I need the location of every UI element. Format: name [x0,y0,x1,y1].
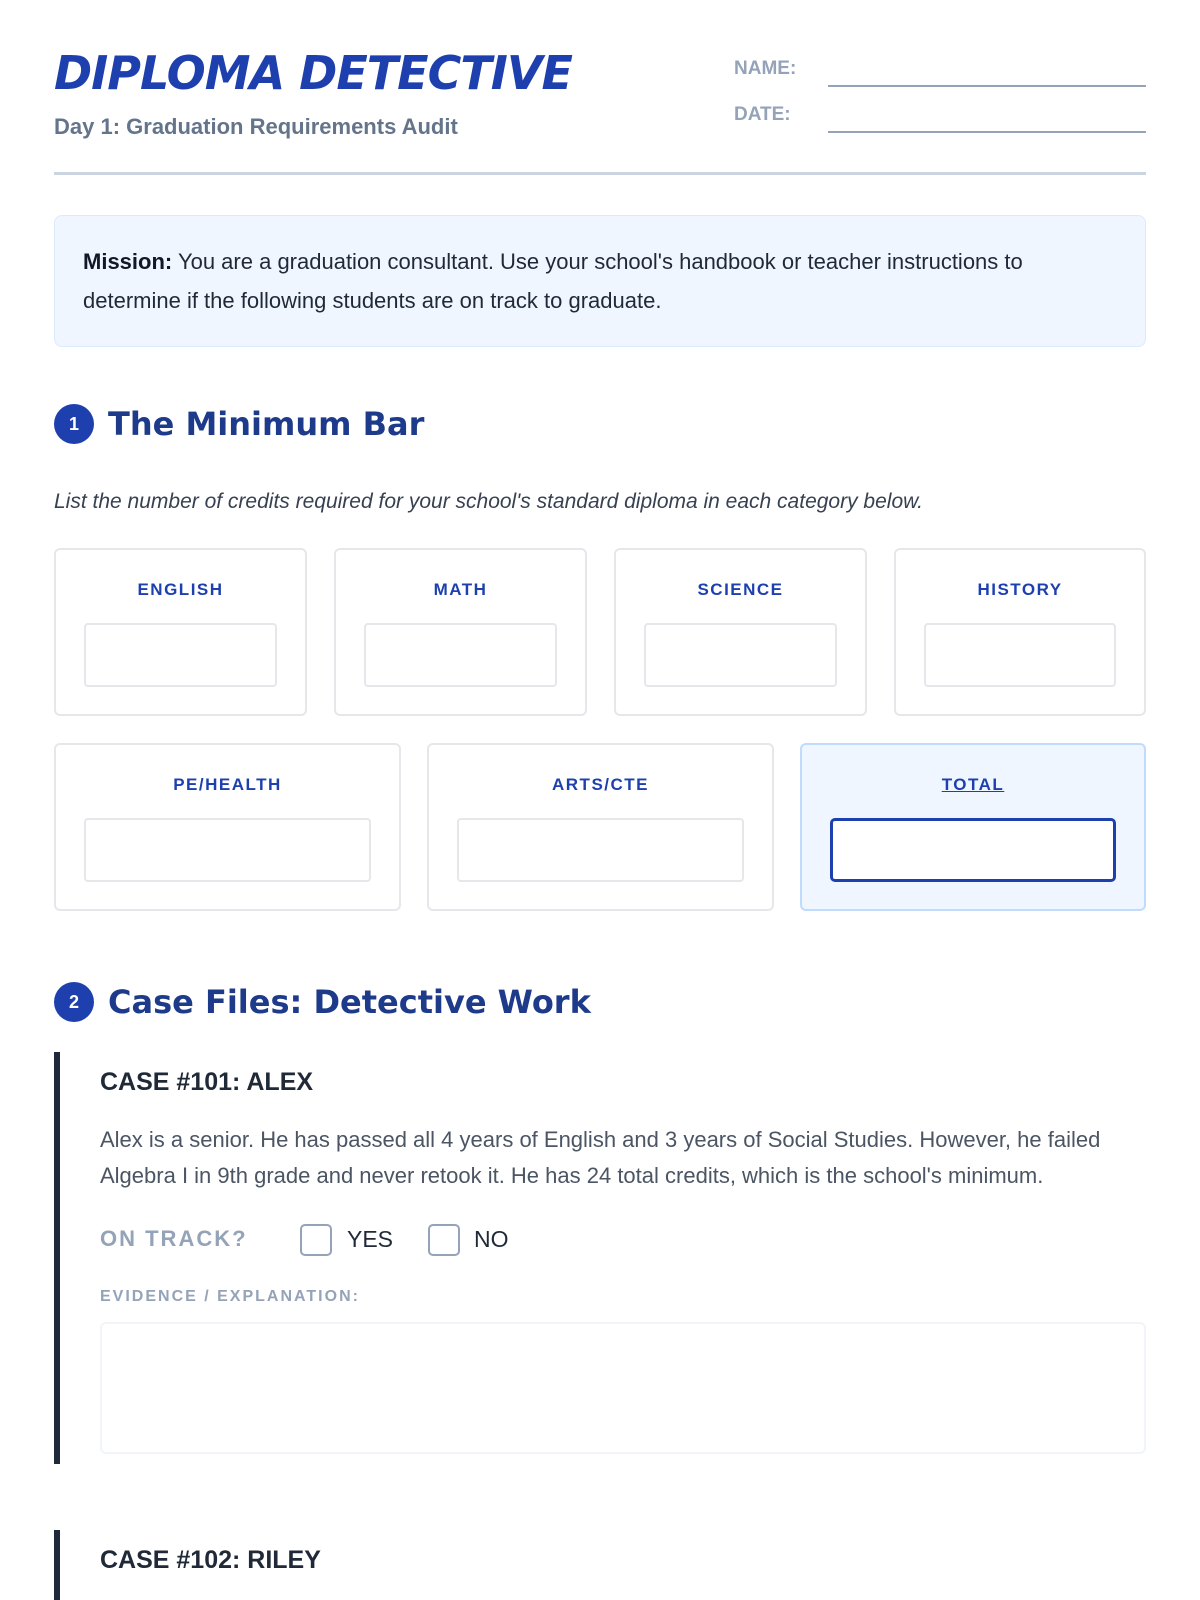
credit-input-science[interactable] [644,623,837,687]
credit-input-math[interactable] [364,623,557,687]
section-minimum-bar: 1 The Minimum Bar [54,402,1146,446]
evidence-input[interactable] [100,1322,1146,1454]
case-101: CASE #101: ALEX Alex is a senior. He has… [54,1052,1146,1464]
name-line[interactable] [828,85,1146,87]
name-field[interactable]: NAME: [734,58,1146,88]
section-case-files: 2 Case Files: Detective Work [54,980,1146,1024]
credit-card-arts-cte: ARTS/CTE [427,743,774,911]
worksheet-title: DIPLOMA DETECTIVE [54,46,573,100]
case-102: CASE #102: RILEY [54,1530,1146,1600]
yes-checkbox[interactable] [300,1224,332,1256]
case-description: Alex is a senior. He has passed all 4 ye… [100,1127,1101,1188]
credit-label: TOTAL [941,775,1005,794]
mission-text: You are a graduation consultant. Use you… [83,249,1023,313]
credit-card-english: ENGLISH [54,548,307,716]
yes-label: YES [347,1226,394,1252]
credit-card-history: HISTORY [894,548,1146,716]
no-label: NO [474,1226,509,1252]
credits-instructions: List the number of credits required for … [54,490,923,513]
credit-label: ARTS/CTE [552,775,649,794]
credit-label: HISTORY [977,580,1063,599]
credit-label: ENGLISH [137,580,224,599]
date-line[interactable] [828,131,1146,133]
no-checkbox[interactable] [428,1224,460,1256]
mission-box: Mission: You are a graduation consultant… [54,215,1146,347]
credit-input-history[interactable] [924,623,1116,687]
credit-card-math: MATH [334,548,587,716]
mission-label: Mission: [83,249,173,274]
credit-card-pe-health: PE/HEALTH [54,743,401,911]
section-title: Case Files: Detective Work [108,983,591,1021]
date-field[interactable]: DATE: [734,104,1146,134]
credit-label: MATH [433,580,488,599]
credit-input-english[interactable] [84,623,277,687]
name-label: NAME: [734,58,797,79]
case-title: CASE #101: ALEX [100,1068,314,1096]
case-title: CASE #102: RILEY [100,1546,321,1574]
section-number-badge: 1 [54,404,94,444]
worksheet-header: DIPLOMA DETECTIVE Day 1: Graduation Requ… [54,0,1146,175]
credit-card-science: SCIENCE [614,548,867,716]
credit-input-pe-health[interactable] [84,818,371,882]
credit-label: SCIENCE [697,580,784,599]
date-label: DATE: [734,104,791,125]
credit-card-total: TOTAL [800,743,1146,911]
credit-input-total[interactable] [830,818,1116,882]
section-number-badge: 2 [54,982,94,1022]
section-title: The Minimum Bar [108,405,425,443]
evidence-label: EVIDENCE / EXPLANATION: [100,1288,360,1305]
credit-input-arts-cte[interactable] [457,818,744,882]
worksheet-subtitle: Day 1: Graduation Requirements Audit [54,114,458,139]
on-track-question: ON TRACK? YES NO [100,1222,700,1258]
credit-label: PE/HEALTH [173,775,282,794]
on-track-label: ON TRACK? [100,1226,248,1251]
worksheet-page: DIPLOMA DETECTIVE Day 1: Graduation Requ… [54,0,1146,1600]
